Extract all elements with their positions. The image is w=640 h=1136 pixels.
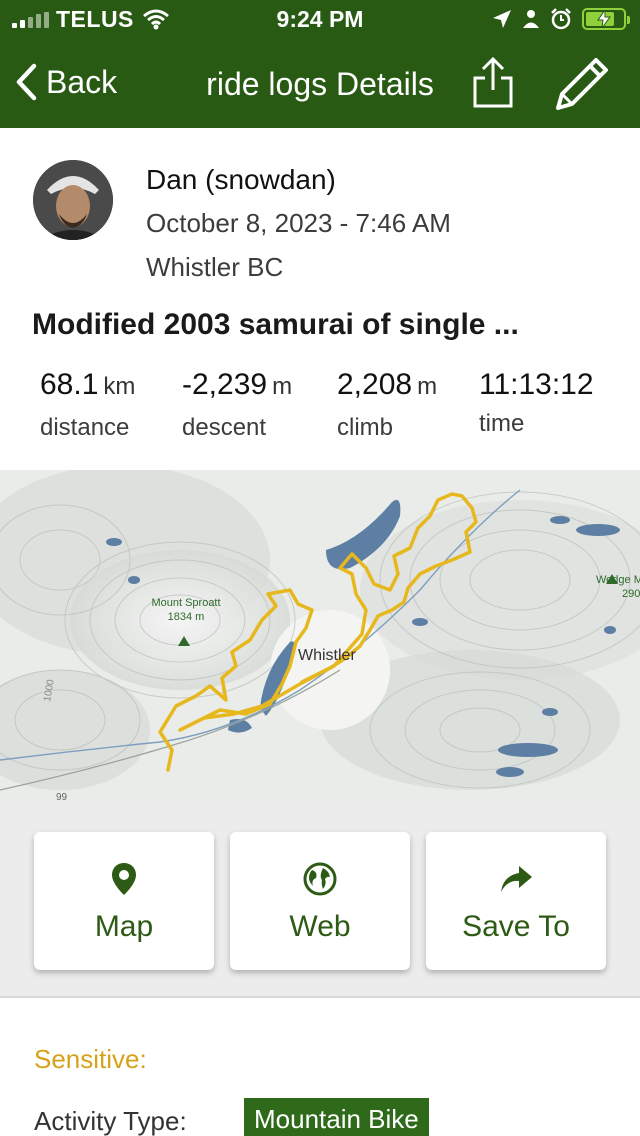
chevron-left-icon — [16, 63, 37, 101]
back-button[interactable]: Back — [14, 62, 117, 102]
map-button[interactable]: Map — [34, 832, 214, 970]
stat-label: time — [479, 410, 525, 437]
web-button-label: Web — [289, 910, 351, 943]
ride-details: Sensitive: Activity Type: Mountain Bike — [0, 1000, 640, 1136]
stat-unit: m — [272, 373, 293, 400]
ride-stats: 68.1 km distance -2,239 m descent 2,208 m c… — [0, 368, 640, 458]
stat-distance: 68.1 km distance — [40, 368, 135, 442]
stat-descent: -2,239 m descent — [182, 368, 292, 442]
map-edge-elevation: 290 — [622, 588, 640, 600]
share-icon — [473, 56, 513, 108]
rider-name[interactable]: Dan (snowdan) — [146, 164, 336, 196]
activity-type-badge: Mountain Bike — [244, 1098, 429, 1136]
ride-date: October 8, 2023 - 7:46 AM — [146, 208, 451, 238]
map-peak-elevation: 1834 m — [168, 611, 205, 623]
alarm-icon — [551, 8, 571, 30]
web-button[interactable]: Web — [230, 832, 410, 970]
person-icon — [523, 10, 539, 28]
stat-label: descent — [182, 414, 267, 441]
map-pin-icon — [112, 863, 136, 895]
stat-label: distance — [40, 414, 130, 441]
map-button-label: Map — [94, 910, 154, 943]
map-town-label: Whistler — [298, 647, 356, 664]
stat-value: 68.1 — [40, 368, 99, 401]
save-to-button[interactable]: Save To — [426, 832, 606, 970]
back-label: Back — [46, 63, 118, 100]
edit-pencil-icon — [556, 58, 608, 110]
rider-profile: Dan (snowdan) October 8, 2023 - 7:46 AM … — [0, 128, 640, 293]
avatar[interactable] — [33, 160, 113, 240]
battery-charging-icon — [582, 8, 630, 30]
nav-bar: Back ride logs Details — [0, 42, 640, 128]
stat-climb: 2,208 m climb — [337, 368, 437, 442]
top-bar: TELUS 9:24 PM Back ride logs Details — [0, 0, 640, 128]
globe-icon — [303, 862, 337, 896]
map-edge-label: Wedge M — [596, 574, 640, 586]
stat-value: -2,239 — [182, 368, 268, 401]
stat-time: 11:13:12 time — [479, 368, 594, 438]
map-road-label: 99 — [56, 792, 68, 803]
stat-value: 11:13:12 — [479, 368, 594, 401]
save-to-button-label: Save To — [462, 910, 570, 943]
page-title: ride logs Details — [206, 66, 434, 102]
route-map[interactable]: Mount Sproatt 1834 m Whistler Wedge M 29… — [0, 470, 640, 804]
share-arrow-icon — [501, 866, 532, 892]
map-peak-name: Mount Sproatt — [151, 597, 220, 609]
stat-label: climb — [337, 414, 394, 441]
status-bar: TELUS 9:24 PM — [0, 0, 640, 42]
sensitive-label: Sensitive: — [34, 1044, 147, 1074]
location-arrow-icon — [493, 10, 511, 28]
action-bar: Map Web Save To — [0, 804, 640, 998]
activity-type-label: Activity Type: — [34, 1106, 187, 1136]
stat-unit: m — [417, 373, 438, 400]
share-button[interactable] — [470, 56, 516, 115]
stat-value: 2,208 — [337, 368, 413, 401]
ride-location: Whistler BC — [146, 252, 284, 282]
edit-button[interactable] — [552, 56, 610, 119]
ride-title: Modified 2003 samurai of single ... — [32, 308, 519, 341]
stat-unit: km — [103, 373, 136, 400]
